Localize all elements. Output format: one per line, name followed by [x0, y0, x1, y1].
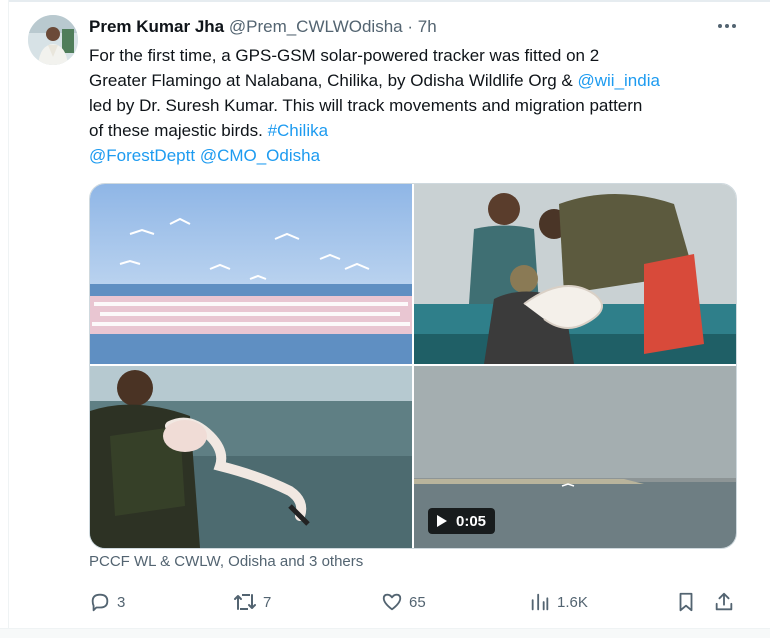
hashtag-chilika[interactable]: #Chilika [268, 121, 328, 140]
timestamp[interactable]: 7h [418, 17, 437, 36]
media-grid: 0:05 [89, 183, 737, 549]
mention-cmo-odisha[interactable]: @CMO_Odisha [200, 146, 320, 165]
reply-button[interactable]: 3 [89, 589, 125, 615]
video-duration-badge: 0:05 [428, 508, 496, 534]
tweet-text-line: of these majestic birds. [89, 121, 268, 140]
like-count: 65 [409, 593, 426, 611]
separator-dot: · [407, 17, 414, 36]
heart-icon [382, 593, 402, 611]
tweet-text-line: For the first time, a GPS-GSM solar-powe… [89, 46, 600, 65]
left-column-edge [0, 0, 9, 637]
views-button[interactable]: 1.6K [529, 589, 588, 615]
like-button[interactable]: 65 [381, 589, 426, 615]
share-button[interactable] [713, 589, 735, 615]
reply-count: 3 [117, 593, 126, 611]
author-handle[interactable]: @Prem_CWLWOdisha [229, 17, 403, 36]
tweet-text-line: Greater Flamingo at Nalabana, Chilika, b… [89, 71, 578, 90]
action-bar: 3 7 65 1.6K [89, 589, 739, 615]
reply-icon [91, 593, 109, 612]
views-icon [531, 593, 549, 611]
photo-flamingo-release[interactable] [90, 366, 412, 548]
view-count: 1.6K [557, 593, 588, 611]
bookmark-button[interactable] [675, 589, 697, 615]
photo-tracker-fitting[interactable] [414, 184, 736, 364]
more-icon[interactable] [716, 15, 738, 37]
top-divider [0, 0, 770, 2]
repost-icon [234, 594, 256, 610]
mention-forestdeptt[interactable]: @ForestDeptt [89, 146, 195, 165]
video-duration: 0:05 [456, 512, 487, 530]
tweet-text-line: led by Dr. Suresh Kumar. This will track… [89, 96, 643, 115]
mention-wii-india[interactable]: @wii_india [577, 71, 659, 90]
avatar[interactable] [28, 15, 78, 65]
photo-flamingos-flying[interactable] [90, 184, 412, 364]
share-icon [715, 592, 733, 611]
tweet-header: Prem Kumar Jha @Prem_CWLWOdisha · 7h [89, 17, 437, 37]
video-thumbnail-lagoon[interactable]: 0:05 [414, 366, 736, 548]
repost-count: 7 [263, 593, 272, 611]
bookmark-icon [679, 592, 693, 612]
play-icon[interactable] [436, 514, 448, 528]
tweet-text: For the first time, a GPS-GSM solar-powe… [89, 43, 739, 168]
tagged-people[interactable]: PCCF WL & CWLW, Odisha and 3 others [89, 553, 363, 570]
repost-button[interactable]: 7 [233, 589, 271, 615]
author-name[interactable]: Prem Kumar Jha [89, 17, 224, 36]
